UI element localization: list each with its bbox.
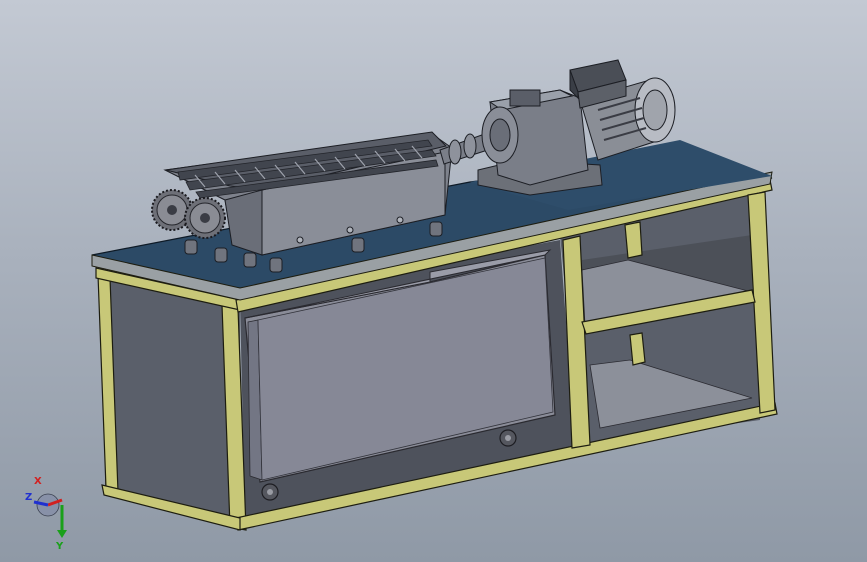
- triad-z-label: Z: [25, 492, 33, 503]
- triad-x-label: X: [34, 476, 42, 487]
- triad-y-label: Y: [56, 541, 64, 552]
- drive-gears: [151, 189, 226, 239]
- view-orientation-triad[interactable]: [33, 493, 67, 538]
- assembly-model[interactable]: [0, 0, 867, 562]
- cad-viewport[interactable]: X Z Y: [0, 0, 867, 562]
